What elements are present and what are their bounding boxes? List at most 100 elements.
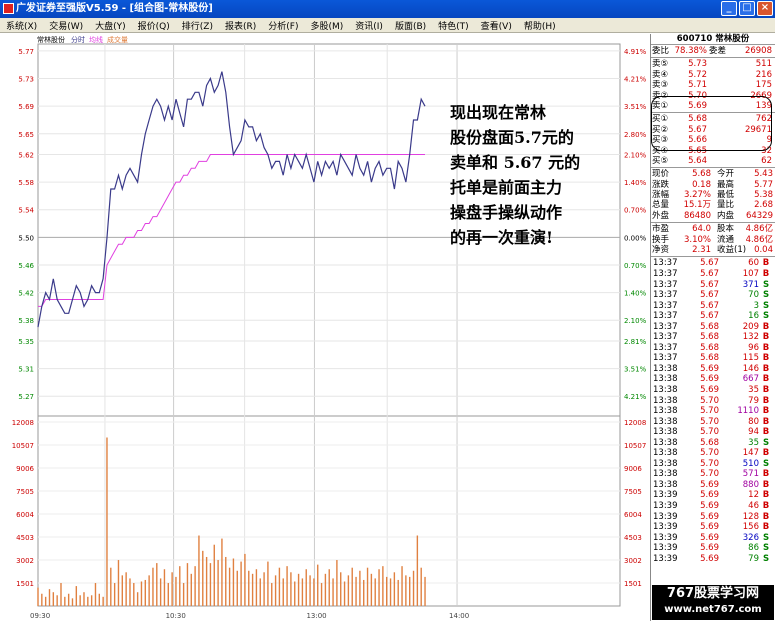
stats-label: 今开 — [711, 169, 741, 179]
tick-time: 13:38 — [651, 469, 683, 480]
menu-item[interactable]: 多股(M) — [304, 19, 349, 32]
fin-value: 4.86亿 — [741, 235, 773, 245]
volume-tick-label: 1501 — [16, 580, 34, 588]
fin-label: 换手 — [651, 235, 681, 245]
tick-volume: 80 — [719, 417, 759, 428]
stats-label: 内盘 — [711, 211, 741, 221]
window-title: 广发证券至强版V5.59 - [组合图-常林股份] — [16, 3, 213, 14]
menu-item[interactable]: 系统(X) — [0, 19, 43, 32]
menu-bar: 系统(X)交易(W)大盘(Y)报价(Q)排行(Z)报表(R)分析(F)多股(M)… — [0, 18, 775, 33]
tick-time: 13:39 — [651, 512, 683, 523]
tick-volume: 128 — [719, 512, 759, 523]
tick-price: 5.69 — [683, 490, 719, 501]
tick-price: 5.70 — [683, 396, 719, 407]
volume-tick-label-right: 1501 — [624, 580, 642, 588]
annotation-line: 操盘手操纵动作 — [450, 200, 650, 225]
volume-tick-label-right: 10507 — [624, 442, 646, 450]
stats-value: 15.1万 — [681, 200, 711, 210]
tick-time: 13:37 — [651, 280, 683, 291]
tick-volume: 60 — [719, 258, 759, 269]
tick-volume: 156 — [719, 522, 759, 533]
tick-row: 13:375.6896B — [651, 343, 775, 354]
tick-time: 13:39 — [651, 554, 683, 565]
tick-row: 13:375.67107B — [651, 269, 775, 280]
tick-row: 13:385.7079B — [651, 396, 775, 407]
tick-row: 13:385.70147B — [651, 448, 775, 459]
volume-tick-label-right: 12008 — [624, 419, 646, 427]
tick-price: 5.68 — [683, 332, 719, 343]
fin-label: 净资 — [651, 245, 681, 255]
tick-volume: 115 — [719, 353, 759, 364]
stats-label: 涨跌 — [651, 180, 681, 190]
menu-item[interactable]: 帮助(H) — [518, 19, 562, 32]
fin-value: 3.10% — [681, 235, 711, 245]
tick-time: 13:38 — [651, 459, 683, 470]
tick-time: 13:37 — [651, 353, 683, 364]
fin-value: 64.0 — [681, 224, 711, 234]
tick-price: 5.69 — [683, 554, 719, 565]
tick-row: 13:375.68209B — [651, 322, 775, 333]
buys-row: 买⑤5.6462 — [651, 156, 775, 166]
tick-volume: 94 — [719, 427, 759, 438]
menu-item[interactable]: 排行(Z) — [176, 19, 219, 32]
tick-volume: 510 — [719, 459, 759, 470]
pct-tick-label: 4.91% — [624, 48, 647, 56]
menu-item[interactable]: 资讯(I) — [349, 19, 389, 32]
tick-side: B — [759, 406, 773, 417]
tick-row: 13:375.6760B — [651, 258, 775, 269]
menu-item[interactable]: 分析(F) — [262, 19, 304, 32]
annotation-line: 股份盘面5.7元的 — [450, 125, 650, 150]
tick-price: 5.70 — [683, 448, 719, 459]
fin-row: 净资2.31收益(1)0.04 — [651, 245, 775, 255]
tick-row: 13:385.7094B — [651, 427, 775, 438]
watermark-url: www.net767.com — [652, 603, 774, 617]
tick-side: S — [759, 290, 773, 301]
tick-row: 13:395.69156B — [651, 522, 775, 533]
sells-price: 5.73 — [669, 59, 707, 69]
tick-volume: 46 — [719, 501, 759, 512]
menu-item[interactable]: 特色(T) — [432, 19, 475, 32]
site-watermark: 767股票学习网 www.net767.com — [652, 585, 774, 620]
tick-time: 13:37 — [651, 301, 683, 312]
tick-side: B — [759, 501, 773, 512]
menu-item[interactable]: 大盘(Y) — [89, 19, 132, 32]
fin-label: 市盈 — [651, 224, 681, 234]
legend-fenshi: 分时 — [71, 35, 85, 44]
tick-volume: 35 — [719, 385, 759, 396]
pct-tick-label: 3.51% — [624, 366, 647, 374]
tick-row: 13:375.673S — [651, 301, 775, 312]
tick-price: 5.69 — [683, 374, 719, 385]
fin-value: 0.04 — [741, 245, 773, 255]
annotation-line: 现出现在常林 — [450, 100, 650, 125]
menu-item[interactable]: 报表(R) — [219, 19, 262, 32]
tick-price: 5.68 — [683, 322, 719, 333]
menu-item[interactable]: 报价(Q) — [132, 19, 176, 32]
menu-item[interactable]: 交易(W) — [43, 19, 89, 32]
close-button[interactable]: × — [757, 1, 773, 16]
tick-side: B — [759, 469, 773, 480]
menu-item[interactable]: 版面(B) — [389, 19, 432, 32]
tick-side: B — [759, 332, 773, 343]
stats-value: 5.38 — [741, 190, 773, 200]
tick-row: 13:385.6935B — [651, 385, 775, 396]
tick-price: 5.70 — [683, 417, 719, 428]
tick-row: 13:385.6835S — [651, 438, 775, 449]
tick-row: 13:385.69667B — [651, 374, 775, 385]
tick-row: 13:385.70571B — [651, 469, 775, 480]
menu-item[interactable]: 查看(V) — [475, 19, 518, 32]
stats-row: 总量15.1万量比2.68 — [651, 200, 775, 210]
minimize-button[interactable]: _ — [721, 1, 737, 16]
tick-row: 13:375.67371S — [651, 280, 775, 291]
tick-time: 13:38 — [651, 427, 683, 438]
tick-volume: 147 — [719, 448, 759, 459]
tick-row: 13:375.6770S — [651, 290, 775, 301]
price-tick-label: 5.38 — [18, 317, 34, 325]
maximize-button[interactable]: □ — [739, 1, 755, 16]
price-tick-label: 5.54 — [18, 207, 34, 215]
pct-tick-label: 0.70% — [624, 262, 647, 270]
volume-tick-label-right: 9006 — [624, 465, 642, 473]
tick-row: 13:395.69128B — [651, 512, 775, 523]
tick-time: 13:39 — [651, 490, 683, 501]
tick-price: 5.70 — [683, 406, 719, 417]
volume-tick-label: 12008 — [12, 419, 34, 427]
